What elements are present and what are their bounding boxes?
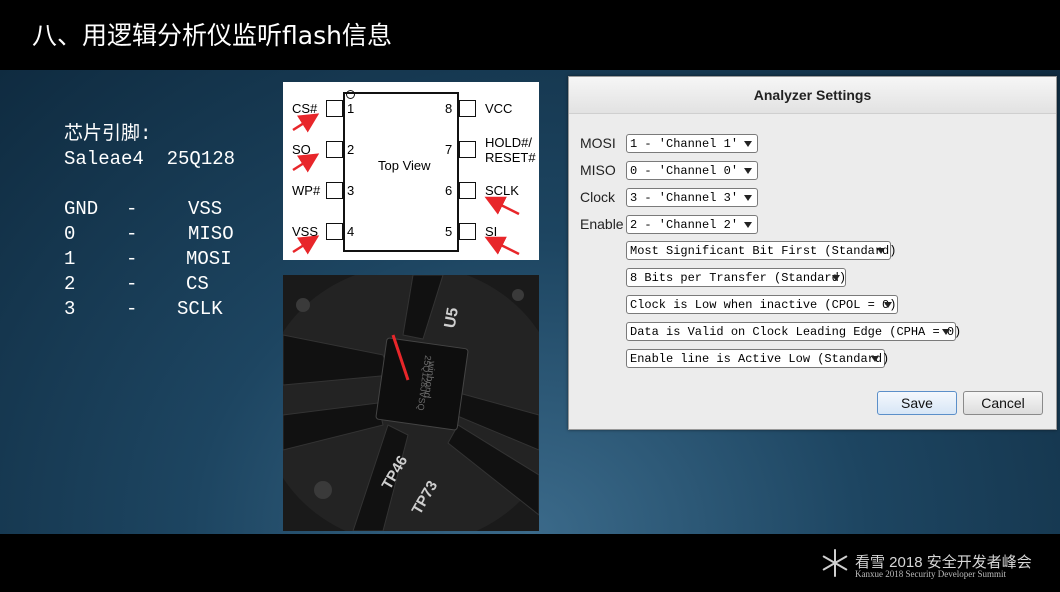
arrow-vss <box>292 235 320 255</box>
bits-per-transfer-select[interactable]: 8 Bits per Transfer (Standard) <box>626 268 846 287</box>
arrow-sclk <box>484 196 520 216</box>
select-value: 1 - 'Channel 1' <box>630 137 739 151</box>
arrow-cs <box>292 113 320 133</box>
board-photo: winbond 25Q128JVSQ U5 TP46 TP73 <box>283 275 539 531</box>
save-button[interactable]: Save <box>877 391 957 415</box>
pin-arrows <box>292 113 520 256</box>
chevron-down-icon <box>744 141 752 147</box>
pin-separator: - <box>126 298 138 320</box>
chevron-down-icon <box>884 302 892 308</box>
pin-source: 1 <box>64 248 76 270</box>
select-value: Data is Valid on Clock Leading Edge (CPH… <box>630 325 962 339</box>
pin-target: SCLK <box>177 298 223 320</box>
slide-title: 八、用逻辑分析仪监听flash信息 <box>32 21 392 50</box>
select-value: Clock is Low when inactive (CPOL = 0) <box>630 298 897 312</box>
channel-select-miso[interactable]: 0 - 'Channel 0' <box>626 161 758 180</box>
pin-target: CS <box>186 273 209 295</box>
enable-polarity-select[interactable]: Enable line is Active Low (Standard) <box>626 349 889 368</box>
select-value: Most Significant Bit First (Standard) <box>630 244 897 258</box>
pin-mapping-row: 1 - MOSI <box>64 247 235 272</box>
field-label-mosi: MOSI <box>580 135 616 151</box>
pin-source: 0 <box>64 223 76 245</box>
arrow-si <box>484 236 520 256</box>
pin-target: MISO <box>188 223 234 245</box>
pin-notes-subheading: Saleae4 25Q128 <box>64 148 236 170</box>
pin-mapping-row: 2 - CS <box>64 272 235 297</box>
pin-mapping-row: GND - VSS <box>64 197 235 222</box>
chip-pinout-diagram: Top View 1 CS# 2 SO 3 WP# 4 VSS 8 VCC 7 HOLD#/ RESE… <box>283 82 539 260</box>
select-value: Enable line is Active Low (Standard) <box>630 352 890 366</box>
title-bar: 八、用逻辑分析仪监听flash信息 <box>0 0 1060 70</box>
chevron-down-icon <box>871 356 879 362</box>
select-value: 2 - 'Channel 2' <box>630 218 739 232</box>
pin-mapping-row: 0 - MISO <box>64 222 235 247</box>
pin-source: GND <box>64 198 99 220</box>
pin-source: 2 <box>64 273 76 295</box>
pin-target: MOSI <box>186 248 232 270</box>
pin-separator: - <box>126 273 138 295</box>
channel-select-enable[interactable]: 2 - 'Channel 2' <box>626 215 758 234</box>
snowflake-icon <box>822 549 848 577</box>
chevron-down-icon <box>744 168 752 174</box>
pin-mapping-notes: 芯片引脚: Saleae4 25Q128 GND - VSS 0 - MISO 1 - MOSI… <box>64 122 235 322</box>
chevron-down-icon <box>942 329 950 335</box>
select-value: 0 - 'Channel 0' <box>630 164 739 178</box>
pin-mapping-row: 3 - SCLK <box>64 297 235 322</box>
pin-separator: - <box>126 198 138 220</box>
footer-english: Kanxue 2018 Security Developer Summit <box>855 569 1006 579</box>
chevron-down-icon <box>832 275 840 281</box>
field-label-enable: Enable <box>580 216 624 232</box>
field-label-miso: MISO <box>580 162 616 178</box>
svg-text:U5: U5 <box>442 306 462 329</box>
clock-phase-select[interactable]: Data is Valid on Clock Leading Edge (CPH… <box>626 322 961 341</box>
pin-target: VSS <box>188 198 223 220</box>
select-value: 8 Bits per Transfer (Standard) <box>630 271 847 285</box>
pin-separator: - <box>126 248 138 270</box>
select-value: 3 - 'Channel 3' <box>630 191 739 205</box>
channel-select-clock[interactable]: 3 - 'Channel 3' <box>626 188 758 207</box>
bit-order-select[interactable]: Most Significant Bit First (Standard) <box>626 241 896 260</box>
chevron-down-icon <box>877 248 885 254</box>
clock-polarity-select[interactable]: Clock is Low when inactive (CPOL = 0) <box>626 295 898 314</box>
arrow-so <box>292 153 320 173</box>
channel-select-mosi[interactable]: 1 - 'Channel 1' <box>626 134 758 153</box>
pin-notes-heading: 芯片引脚: <box>64 123 152 145</box>
dialog-title: Analyzer Settings <box>753 87 872 103</box>
pin-source: 3 <box>64 298 76 320</box>
dialog-titlebar: Analyzer Settings <box>569 77 1056 114</box>
field-label-clock: Clock <box>580 189 616 205</box>
chevron-down-icon <box>744 195 752 201</box>
analyzer-settings-dialog: Analyzer Settings MOSI 1 - 'Channel 1' MIS… <box>568 76 1057 430</box>
chevron-down-icon <box>744 222 752 228</box>
pin-separator: - <box>126 223 138 245</box>
cancel-button[interactable]: Cancel <box>963 391 1043 415</box>
